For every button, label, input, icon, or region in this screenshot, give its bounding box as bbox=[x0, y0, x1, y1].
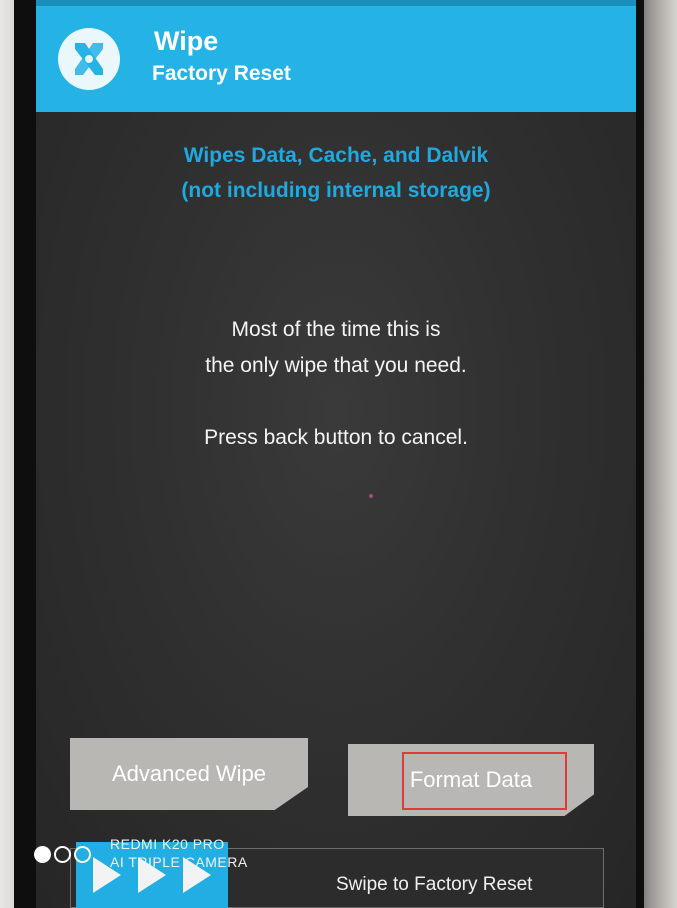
page-title: Wipe bbox=[154, 26, 219, 56]
message-line-3: Press back button to cancel. bbox=[204, 426, 468, 449]
watermark-line-1: REDMI K20 PRO bbox=[110, 836, 225, 852]
recovery-screen: Wipe Factory Reset Wipes Data, Cache, an… bbox=[36, 0, 636, 908]
info-line-1: Wipes Data, Cache, and Dalvik bbox=[183, 144, 489, 167]
annotation-highlight-box bbox=[402, 752, 567, 810]
info-line-2: (not including internal storage) bbox=[181, 179, 491, 202]
advanced-wipe-button[interactable]: Advanced Wipe bbox=[70, 738, 308, 810]
twrp-logo-icon bbox=[58, 28, 120, 90]
message-line-1: Most of the time this is bbox=[231, 318, 441, 341]
watermark-line-2: AI TRIPLE CAMERA bbox=[110, 854, 248, 870]
status-strip bbox=[36, 0, 636, 6]
phone-frame: Wipe Factory Reset Wipes Data, Cache, an… bbox=[14, 0, 644, 908]
page-subtitle: Factory Reset bbox=[152, 62, 291, 85]
swipe-label: Swipe to Factory Reset bbox=[336, 874, 533, 895]
header-bar: Wipe Factory Reset bbox=[36, 0, 636, 112]
touch-indicator bbox=[369, 494, 373, 498]
wipe-info: Wipes Data, Cache, and Dalvik (not inclu… bbox=[36, 138, 636, 208]
message-line-2: the only wipe that you need. bbox=[205, 354, 467, 377]
watermark-circles-icon bbox=[34, 846, 91, 863]
wipe-message: Most of the time this is the only wipe t… bbox=[36, 312, 636, 456]
